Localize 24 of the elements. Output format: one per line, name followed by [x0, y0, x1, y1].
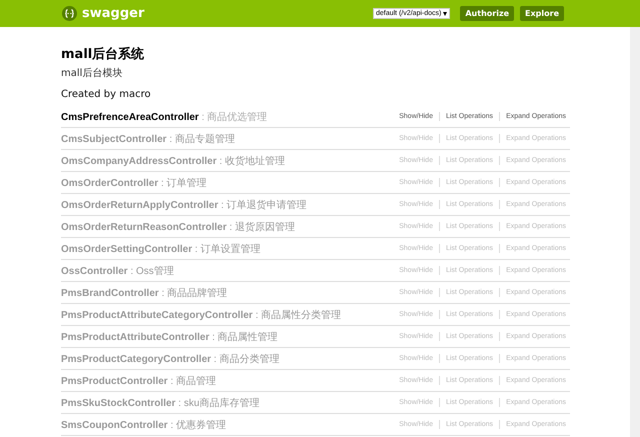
logo-text[interactable]: swagger — [82, 6, 144, 21]
scrollbar[interactable] — [630, 27, 640, 437]
resource-heading[interactable]: OmsCompanyAddressController : 收货地址管理 — [61, 154, 285, 168]
resource-heading[interactable]: PmsProductController : 商品管理 — [61, 374, 216, 388]
resource-heading[interactable]: OmsOrderReturnReasonController : 退货原因管理 — [61, 220, 295, 234]
resource-heading[interactable]: OmsOrderReturnApplyController : 订单退货申请管理 — [61, 198, 307, 212]
api-description: mall后台模块 — [61, 66, 124, 80]
resource-heading[interactable]: CmsPrefrenceAreaController : 商品优选管理 — [61, 110, 268, 124]
header-button[interactable]: Explore — [520, 6, 564, 21]
resource-heading[interactable]: PmsSkuStockController : sku商品库存管理 — [61, 396, 260, 410]
braces-logo-icon — [62, 6, 77, 21]
resource-heading[interactable]: PmsProductAttributeController : 商品属性管理 — [61, 330, 278, 344]
resource-heading[interactable]: PmsProductAttributeCategoryController : 商品属性分类管理 — [61, 308, 342, 322]
api-title: mall后台系统 — [61, 46, 146, 63]
resource-heading[interactable]: CmsSubjectController : 商品专题管理 — [61, 132, 235, 146]
resource-heading[interactable]: PmsProductCategoryController : 商品分类管理 — [61, 352, 280, 366]
resource-heading[interactable]: OssController : Oss管理 — [61, 264, 174, 278]
resource-heading[interactable]: PmsBrandController : 商品品牌管理 — [61, 286, 228, 300]
header-button[interactable]: Authorize — [460, 6, 514, 21]
resource-heading[interactable]: OmsOrderSettingController : 订单设置管理 — [61, 242, 260, 256]
resource-heading[interactable]: OmsOrderController : 订单管理 — [61, 176, 207, 190]
resource-heading[interactable]: SmsCouponController : 优惠券管理 — [61, 418, 226, 432]
caret-icon — [443, 12, 448, 16]
created-by-text: Created by macro — [61, 89, 152, 100]
